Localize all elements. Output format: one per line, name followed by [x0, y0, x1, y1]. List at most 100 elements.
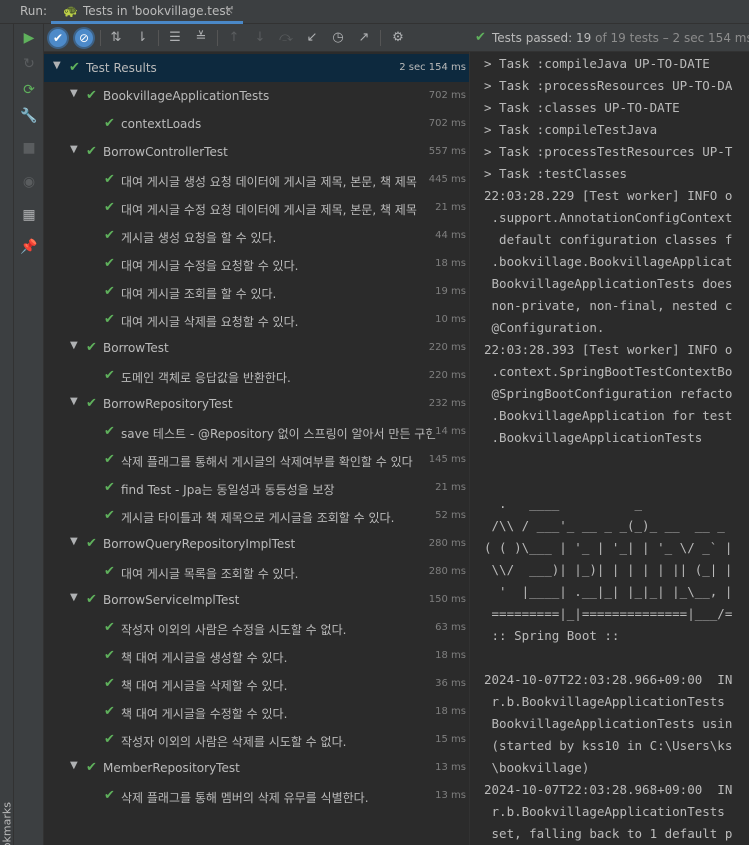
test-duration: 15 ms — [432, 734, 466, 745]
passed-check-icon: ✔ — [86, 592, 97, 607]
test-case-row[interactable]: ✔ contextLoads 702 ms — [44, 110, 469, 138]
test-case-row[interactable]: ✔ 책 대여 게시글을 삭제할 수 있다. 36 ms — [44, 670, 469, 698]
close-tab-icon[interactable]: × — [224, 3, 234, 17]
test-case-row[interactable]: ✔ 대여 게시글 수정 요청 데이터에 게시글 제목, 본문, 책 제목 21 ms — [44, 194, 469, 222]
view-icon[interactable]: ◉ — [14, 171, 44, 193]
test-class-row[interactable]: ▼ ✔ BookvillageApplicationTests 702 ms — [44, 82, 469, 110]
passed-check-icon: ✔ — [86, 340, 97, 355]
test-class-row[interactable]: ▼ ✔ BorrowRepositoryTest 232 ms — [44, 390, 469, 418]
stop-icon[interactable]: ■ — [14, 137, 44, 159]
expand-arrow-icon[interactable]: ▼ — [70, 340, 78, 351]
test-case-row[interactable]: ✔ 책 대여 게시글을 생성할 수 있다. 18 ms — [44, 642, 469, 670]
test-case-row[interactable]: ✔ 대여 게시글 생성 요청 데이터에 게시글 제목, 본문, 책 제목 445 m… — [44, 166, 469, 194]
test-duration: 21 ms — [432, 202, 466, 213]
test-name: 삭제 플래그를 통해서 게시글의 삭제여부를 확인할 수 있다 — [121, 455, 413, 469]
test-name: 작성자 이외의 사람은 수정을 시도할 수 없다. — [121, 623, 347, 637]
expand-arrow-icon[interactable]: ▼ — [53, 60, 61, 71]
history-icon[interactable]: ◷ — [327, 27, 349, 49]
passed-check-icon: ✔ — [104, 172, 115, 187]
expand-arrow-icon[interactable]: ▼ — [70, 536, 78, 547]
test-name: find Test - Jpa는 동일성과 동등성을 보장 — [121, 483, 335, 497]
sort-alpha-icon[interactable]: ⇅ — [105, 27, 127, 49]
toolbar-separator — [217, 30, 218, 46]
expand-all-icon[interactable]: ☰ — [164, 27, 186, 49]
test-class-row[interactable]: ▼ ✔ MemberRepositoryTest 13 ms — [44, 754, 469, 782]
test-case-row[interactable]: ✔ 작성자 이외의 사람은 수정을 시도할 수 없다. 63 ms — [44, 614, 469, 642]
expand-arrow-icon[interactable]: ▼ — [70, 88, 78, 99]
console-line: > Task :compileJava UP-TO-DATE — [484, 56, 710, 71]
console-line: > Task :classes UP-TO-DATE — [484, 100, 680, 115]
export-icon[interactable]: ↗ — [353, 27, 375, 49]
test-case-row[interactable]: ✔ 게시글 타이틀과 책 제목으로 게시글을 조회할 수 있다. 52 ms — [44, 502, 469, 530]
test-duration: 280 ms — [425, 538, 466, 549]
expand-arrow-icon[interactable]: ▼ — [70, 760, 78, 771]
console-line: set, falling back to 1 default p — [484, 826, 733, 841]
test-name: BookvillageApplicationTests — [103, 89, 270, 103]
sort-duration-icon[interactable]: ⇂ — [131, 27, 153, 49]
expand-arrow-icon[interactable]: ▼ — [70, 396, 78, 407]
test-case-row[interactable]: ✔ save 테스트 - @Repository 없이 스프링이 알아서 만든 구… — [44, 418, 469, 446]
test-case-row[interactable]: ✔ find Test - Jpa는 동일성과 동등성을 보장 21 ms — [44, 474, 469, 502]
test-case-row[interactable]: ✔ 도메인 객체로 응답값을 반환한다. 220 ms — [44, 362, 469, 390]
test-case-row[interactable]: ✔ 삭제 플래그를 통해서 게시글의 삭제여부를 확인할 수 있다 145 ms — [44, 446, 469, 474]
previous-failed-icon[interactable]: ↑ — [223, 27, 245, 49]
run-tab-title: Tests in 'bookvillage.test' — [83, 4, 234, 18]
collapse-all-icon[interactable]: ≚ — [190, 27, 212, 49]
expand-arrow-icon[interactable]: ▼ — [70, 592, 78, 603]
rerun-failed-icon[interactable]: ↻ — [14, 53, 44, 75]
passed-check-icon: ✔ — [86, 144, 97, 159]
left-tool-strip: Bookmarks — [0, 24, 14, 845]
test-case-row[interactable]: ✔ 게시글 생성 요청을 할 수 있다. 44 ms — [44, 222, 469, 250]
status-label: Tests passed: — [492, 31, 573, 45]
test-case-row[interactable]: ✔ 대여 게시글 수정을 요청할 수 있다. 18 ms — [44, 250, 469, 278]
show-passed-toggle[interactable]: ✔ — [47, 27, 69, 49]
passed-check-icon: ✔ — [104, 676, 115, 691]
run-tab[interactable]: 🐢 Tests in 'bookvillage.test' × — [51, 0, 243, 24]
pin-icon[interactable]: 📌 — [14, 236, 44, 258]
test-case-row[interactable]: ✔ 작성자 이외의 사람은 삭제를 시도할 수 없다. 15 ms — [44, 726, 469, 754]
rerun-icon[interactable]: ⟳ — [14, 79, 44, 101]
layout-icon[interactable]: ▦ — [14, 204, 44, 226]
bookmarks-tab[interactable]: Bookmarks — [1, 802, 14, 845]
console-line: ( ( )\___ | '_ | '_| | '_ \/ _` | — [484, 540, 733, 555]
console-output[interactable]: > Task :compileJava UP-TO-DATE > Task :pr… — [471, 52, 749, 845]
console-line: .BookvillageApplicationTests — [484, 430, 703, 445]
console-line: > Task :testClasses — [484, 166, 627, 181]
test-duration: 19 ms — [432, 286, 466, 297]
check-icon: ✔ — [49, 29, 67, 47]
test-case-row[interactable]: ✔ 대여 게시글 조회를 할 수 있다. 19 ms — [44, 278, 469, 306]
test-duration: 21 ms — [432, 482, 466, 493]
settings-wrench-icon[interactable]: 🔧 — [14, 105, 44, 127]
passed-check-icon: ✔ — [86, 760, 97, 775]
test-class-row[interactable]: ▼ ✔ BorrowQueryRepositoryImplTest 280 ms — [44, 530, 469, 558]
console-line: 2024-10-07T22:03:28.966+09:00 IN — [484, 672, 733, 687]
test-case-row[interactable]: ✔ 대여 게시글 삭제를 요청할 수 있다. 10 ms — [44, 306, 469, 334]
test-results-root[interactable]: ▼ ✔ Test Results 2 sec 154 ms — [44, 54, 469, 82]
test-name: MemberRepositoryTest — [103, 761, 240, 775]
expand-arrow-icon[interactable]: ▼ — [70, 144, 78, 155]
test-duration: 14 ms — [432, 426, 466, 437]
next-failed-icon[interactable]: ↓ — [249, 27, 271, 49]
passed-check-icon: ✔ — [104, 200, 115, 215]
test-class-row[interactable]: ▼ ✔ BorrowControllerTest 557 ms — [44, 138, 469, 166]
console-line: r.b.BookvillageApplicationTests — [484, 804, 725, 819]
settings-icon[interactable]: ⚙ — [387, 27, 409, 49]
show-ignored-toggle[interactable]: ⊘ — [73, 27, 95, 49]
passed-check-icon: ✔ — [86, 88, 97, 103]
console-line: /\\ / ___'_ __ _ _(_)_ __ __ _ — [484, 518, 725, 533]
test-case-row[interactable]: ✔ 삭제 플래그를 통해 멤버의 삭제 유무를 식별한다. 13 ms — [44, 782, 469, 810]
test-name: 게시글 타이틀과 책 제목으로 게시글을 조회할 수 있다. — [121, 511, 395, 525]
test-case-row[interactable]: ✔ 책 대여 게시글을 수정할 수 있다. 18 ms — [44, 698, 469, 726]
rerun-failed-icon[interactable]: ⤼ — [275, 27, 297, 49]
import-tests-icon[interactable]: ↙ — [301, 27, 323, 49]
test-class-row[interactable]: ▼ ✔ BorrowTest 220 ms — [44, 334, 469, 362]
test-duration: 44 ms — [432, 230, 466, 241]
test-case-row[interactable]: ✔ 대여 게시글 목록을 조회할 수 있다. 280 ms — [44, 558, 469, 586]
test-duration: 10 ms — [432, 314, 466, 325]
test-name: BorrowRepositoryTest — [103, 397, 233, 411]
passed-check-icon: ✔ — [104, 704, 115, 719]
run-icon[interactable]: ▶ — [14, 27, 44, 49]
test-class-row[interactable]: ▼ ✔ BorrowServiceImplTest 150 ms — [44, 586, 469, 614]
console-line: r.b.BookvillageApplicationTests — [484, 694, 725, 709]
test-name: BorrowControllerTest — [103, 145, 228, 159]
